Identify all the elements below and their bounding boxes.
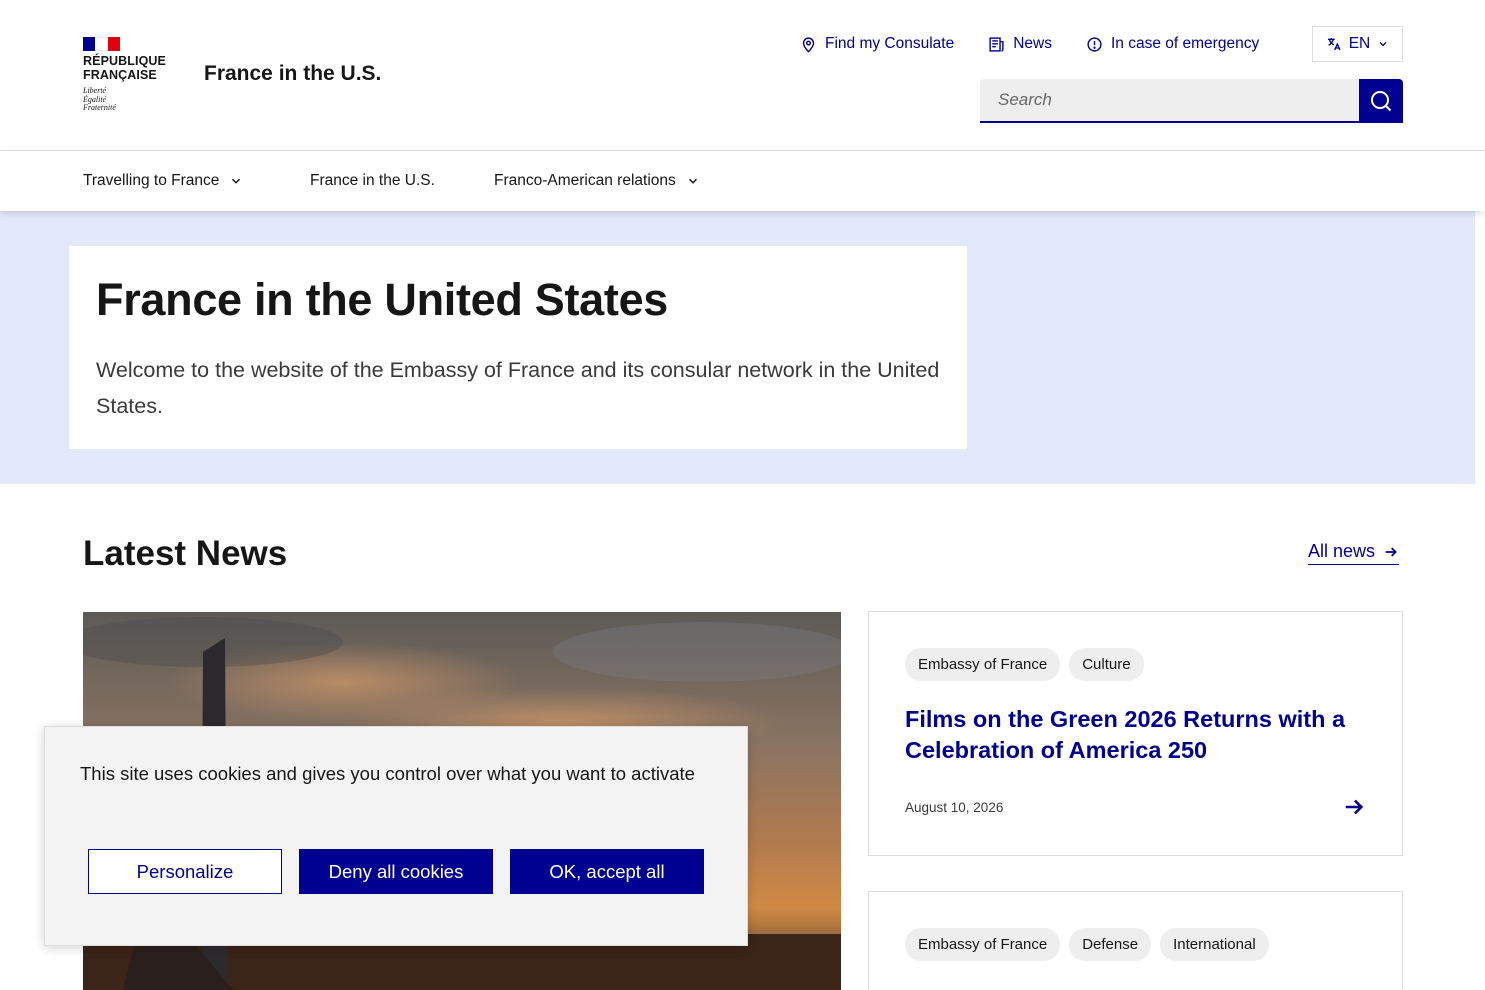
tag-defense[interactable]: Defense: [1069, 928, 1152, 961]
page-title: France in the United States: [96, 274, 669, 325]
chevron-down-icon: [232, 178, 241, 184]
hero-card: France in the United States Welcome to t…: [69, 246, 967, 449]
map-pin-icon: [802, 36, 815, 53]
hero-lead-text: Welcome to the website of the Embassy of…: [96, 358, 940, 418]
arrow-right-icon[interactable]: [1343, 796, 1365, 818]
find-consulate-link[interactable]: Find my Consulate: [800, 35, 954, 53]
search-icon: [1371, 91, 1392, 112]
tag-international[interactable]: International: [1160, 928, 1269, 961]
nav-item-travelling-to-france[interactable]: Travelling to France: [83, 151, 243, 211]
site-title[interactable]: France in the U.S.: [204, 62, 381, 86]
news-card-title[interactable]: Films on the Green 2026 Returns with a C…: [905, 704, 1375, 766]
news-card-date: August 10, 2026: [905, 800, 1004, 815]
nav-item-france-in-the-us[interactable]: France in the U.S.: [310, 151, 435, 211]
deny-all-cookies-button[interactable]: Deny all cookies: [299, 849, 493, 894]
news-link[interactable]: News: [988, 35, 1052, 53]
emergency-link[interactable]: In case of emergency: [1086, 35, 1259, 53]
tag-embassy-of-france[interactable]: Embassy of France: [905, 648, 1061, 681]
site-header: RÉPUBLIQUE FRANÇAISE Liberté Égalité Fra…: [0, 0, 1485, 151]
tag-culture[interactable]: Culture: [1069, 648, 1144, 681]
hero-banner: France in the United States Welcome to t…: [0, 211, 1475, 484]
translate-icon: [1327, 38, 1341, 51]
republique-francaise-logo[interactable]: RÉPUBLIQUE FRANÇAISE Liberté Égalité Fra…: [83, 37, 173, 115]
latest-news-heading: Latest News: [83, 534, 288, 573]
all-news-link[interactable]: All news: [1308, 541, 1400, 565]
nav-item-franco-american-relations[interactable]: Franco-American relations: [494, 151, 700, 211]
main-navigation: Travelling to France France in the U.S. …: [0, 151, 1485, 211]
search-input[interactable]: [980, 79, 1359, 123]
language-selector[interactable]: EN: [1312, 26, 1403, 62]
cookie-consent-banner: This site uses cookies and gives you con…: [44, 726, 748, 946]
tag-list: Embassy of France Culture: [905, 648, 1144, 681]
arrow-right-icon: [1385, 546, 1397, 557]
tag-embassy-of-france[interactable]: Embassy of France: [905, 928, 1061, 961]
tag-list: Embassy of France Defense International: [905, 928, 1269, 961]
chevron-down-icon: [1379, 42, 1387, 47]
cookie-message: This site uses cookies and gives you con…: [80, 763, 695, 784]
chevron-down-icon: [688, 178, 697, 184]
marianne-flag-icon: [83, 37, 120, 51]
logo-motto: Liberté Égalité Fraternité: [83, 86, 116, 112]
info-circle-icon: [1087, 36, 1102, 52]
accept-all-cookies-button[interactable]: OK, accept all: [510, 849, 704, 894]
news-card[interactable]: Embassy of France Culture Films on the G…: [868, 611, 1403, 856]
search-bar: [980, 79, 1403, 123]
news-card[interactable]: Embassy of France Defense International: [868, 891, 1403, 990]
quick-access-links: Find my Consulate News In case of emerge…: [800, 26, 1293, 62]
search-button[interactable]: [1359, 79, 1403, 123]
personalize-button[interactable]: Personalize: [88, 849, 282, 894]
logo-title: RÉPUBLIQUE FRANÇAISE: [83, 54, 166, 82]
newspaper-icon: [989, 36, 1004, 52]
